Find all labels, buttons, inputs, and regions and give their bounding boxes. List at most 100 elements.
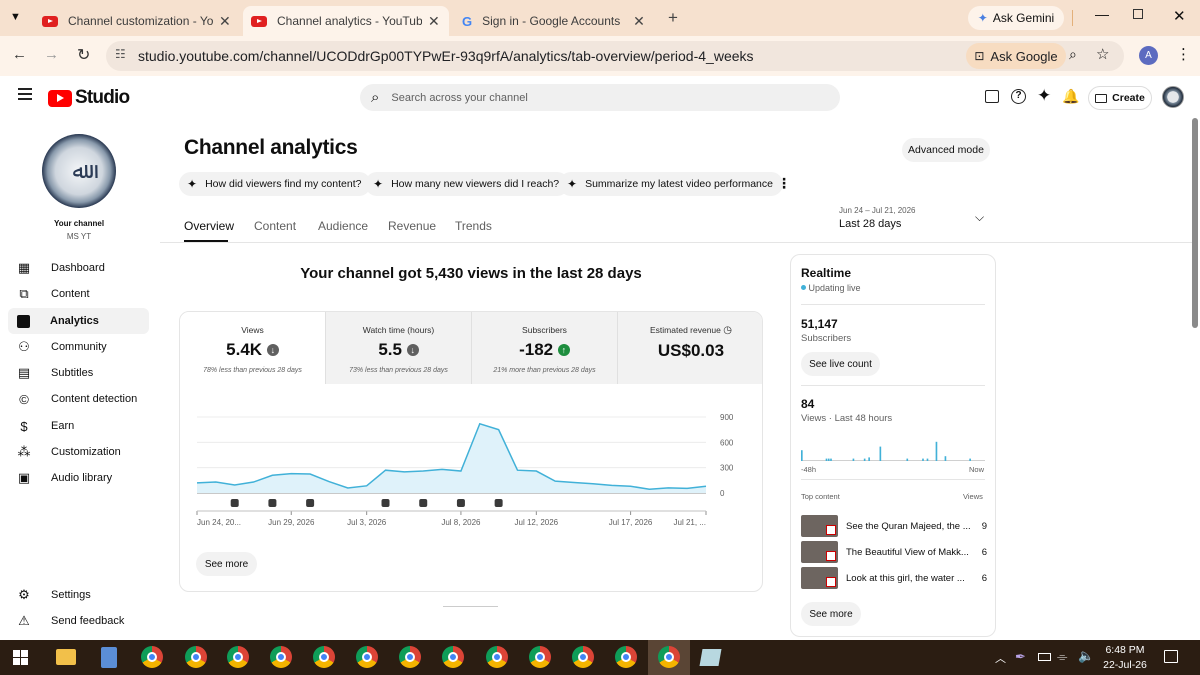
calculator-icon[interactable] [101,647,117,668]
minimize-icon[interactable]: — [1095,6,1109,22]
chrome-profile-icon[interactable] [399,646,421,668]
page-scrollbar[interactable] [1192,118,1198,328]
notes-app-icon[interactable] [699,649,722,666]
tab-title: Channel customization - YouTube [68,14,213,28]
sidebar-item-content-detection[interactable]: © Content detection [8,386,149,412]
feedback-bubble-icon[interactable] [985,90,999,103]
sidebar-item-send-feedback[interactable]: ⚠ Send feedback [8,608,149,634]
sidebar-item-audio-library[interactable]: ▣ Audio library [8,465,149,491]
top-content-row[interactable]: See the Quran Majeed, the ... 9 [801,515,987,537]
chrome-profile-icon[interactable] [356,646,378,668]
gear-icon: ⚙ [18,587,30,602]
browser-tab-active[interactable]: Channel analytics - YouTube Studio ✕ [243,6,449,36]
close-tab-icon[interactable]: ✕ [633,13,645,30]
system-clock[interactable]: 6:48 PM 22-Jul-26 [1100,643,1150,673]
realtime-see-more-button[interactable]: See more [801,602,861,626]
tab-label: Revenue [388,219,437,233]
restore-icon[interactable] [1133,9,1143,19]
forward-icon[interactable]: → [44,46,59,63]
channel-search-bar[interactable]: ⌕ Search across your channel [360,84,840,111]
chrome-profile-icon[interactable] [185,646,207,668]
chrome-profile-icon[interactable] [442,646,464,668]
chrome-profile-icon[interactable] [529,646,551,668]
show-hidden-icons-icon[interactable]: ︿ [995,650,1006,666]
metric-watch-time[interactable]: Watch time (hours) 5.5 ↓ 73% less than p… [326,312,472,384]
tab-search-button[interactable]: ▼ [10,11,21,23]
volume-icon[interactable]: 🔈 [1078,648,1094,664]
trend-down-icon: ↓ [406,344,419,356]
tab-overview[interactable]: Overview [184,219,234,233]
tab-trends[interactable]: Trends [455,219,492,233]
sidebar-item-content[interactable]: ⧉ Content [8,281,149,307]
reload-icon[interactable]: ↻ [77,45,90,65]
chrome-profile-icon[interactable] [270,646,292,668]
sidebar-item-settings[interactable]: ⚙ Settings [8,582,149,608]
close-window-icon[interactable]: ✕ [1173,7,1186,25]
site-info-icon[interactable]: ☷ [115,47,126,61]
browser-tab[interactable]: G Sign in - Google Accounts ✕ [454,6,660,36]
chrome-icon[interactable] [141,646,163,668]
tab-revenue[interactable]: Revenue [388,219,436,233]
scroll-hint-line [443,606,498,607]
trend-up-icon: ↑ [557,344,570,356]
battery-icon[interactable] [1038,653,1051,661]
browser-tab[interactable]: Channel customization - YouTube ✕ [34,6,240,36]
network-icon[interactable]: ⌯ [1057,649,1067,665]
studio-logo[interactable]: Studio [48,87,130,109]
chip-summarize-video[interactable]: ✦ Summarize my latest video performance [559,172,783,196]
channel-avatar[interactable]: ﷲ [42,134,116,208]
gemini-spark-icon[interactable]: ✦ [1037,86,1051,106]
chrome-profile-active-icon[interactable] [658,646,680,668]
date-range-picker[interactable]: Jun 24 – Jul 21, 2026 Last 28 days ⌵ [839,206,989,234]
chip-viewers-source[interactable]: ✦ How did viewers find my content? [179,172,372,196]
notifications-bell-icon[interactable]: 🔔 [1062,88,1079,105]
zoom-icon[interactable]: ⌕ [1069,46,1077,63]
sidebar-item-earn[interactable]: $ Earn [8,413,149,439]
bookmark-star-icon[interactable]: ☆ [1096,45,1109,63]
x-tick-label: Jun 24, 20... [197,518,241,527]
close-tab-icon[interactable]: ✕ [428,13,440,30]
sidebar-item-dashboard[interactable]: ▦ Dashboard [8,255,149,281]
new-tab-button[interactable]: + [668,8,678,28]
advanced-mode-button[interactable]: Advanced mode [902,138,990,162]
ask-google-button[interactable]: ⊡ Ask Google [966,43,1066,69]
tab-content[interactable]: Content [254,219,296,233]
back-icon[interactable]: ← [12,46,27,63]
more-options-icon[interactable]: ⋮ [777,175,791,192]
close-tab-icon[interactable]: ✕ [219,13,231,30]
address-bar[interactable]: ☷ studio.youtube.com/channel/UCODdrGp00T… [106,41,1124,71]
create-button[interactable]: Create [1088,86,1152,110]
tab-label: Audience [318,219,369,233]
chip-new-viewers[interactable]: ✦ How many new viewers did I reach? [365,172,570,196]
ask-gemini-button[interactable]: ✦ Ask Gemini [968,6,1064,30]
help-icon[interactable]: ? [1011,89,1026,104]
windows-start-icon[interactable] [13,650,28,665]
tab-audience[interactable]: Audience [318,219,368,233]
profile-avatar[interactable]: A [1139,46,1158,65]
top-content-row[interactable]: The Beautiful View of Makk... 6 [801,541,987,563]
hamburger-menu-icon[interactable] [18,88,32,100]
sidebar-item-customization[interactable]: ⁂ Customization [8,439,149,465]
chrome-profile-icon[interactable] [227,646,249,668]
see-live-count-button[interactable]: See live count [801,352,880,376]
sidebar-item-analytics[interactable]: Analytics [8,308,149,334]
metric-views[interactable]: Views 5.4K ↓ 78% less than previous 28 d… [180,312,326,384]
chrome-menu-icon[interactable]: ⋮ [1176,45,1191,63]
file-explorer-icon[interactable] [56,649,76,665]
pen-icon[interactable]: ✒ [1015,649,1026,665]
notification-center-icon[interactable] [1164,650,1178,663]
account-avatar[interactable] [1162,86,1184,108]
chrome-profile-icon[interactable] [615,646,637,668]
chrome-profile-icon[interactable] [486,646,508,668]
video-add-icon [1095,93,1108,103]
copyright-icon: © [19,391,29,407]
chrome-profile-icon[interactable] [313,646,335,668]
metric-revenue[interactable]: Estimated revenue ◷ US$0.03 [618,312,762,384]
sidebar-item-subtitles[interactable]: ▤ Subtitles [8,360,149,386]
top-content-row[interactable]: Look at this girl, the water ... 6 [801,567,987,589]
chrome-profile-icon[interactable] [572,646,594,668]
see-more-button[interactable]: See more [196,552,257,576]
metric-subscribers[interactable]: Subscribers -182 ↑ 21% more than previou… [472,312,618,384]
sidebar-item-community[interactable]: ⚇ Community [8,334,149,360]
realtime-bar [852,458,855,461]
